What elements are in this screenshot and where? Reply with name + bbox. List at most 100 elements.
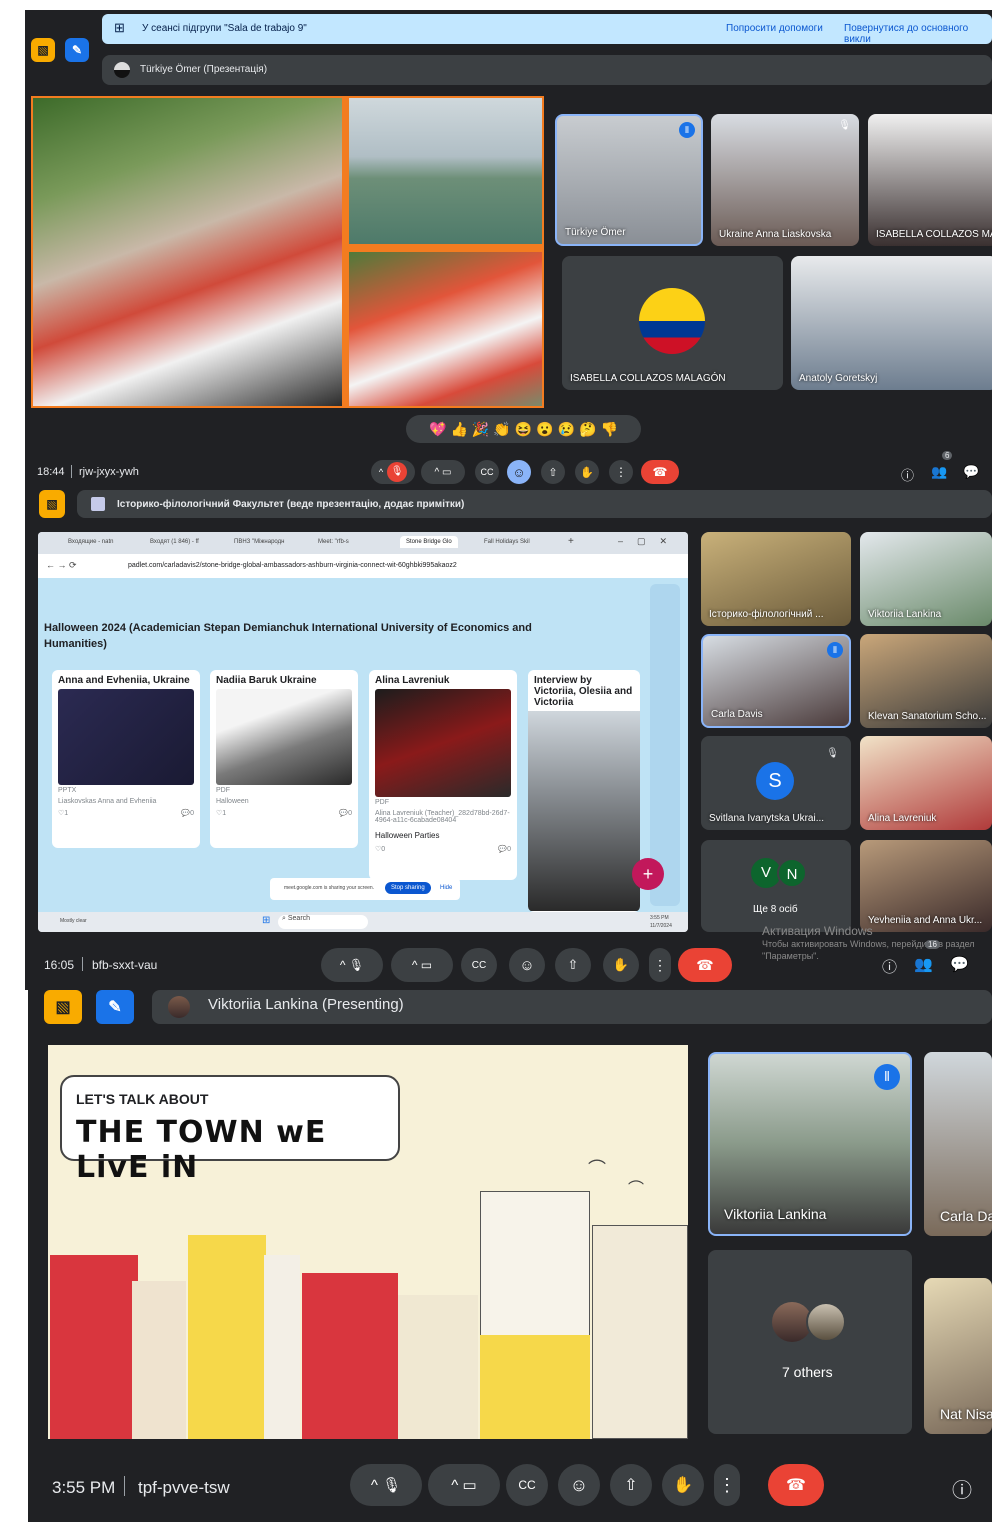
more-options-button[interactable]: ⋮: [609, 460, 633, 484]
card-caption: Halloween: [216, 798, 249, 805]
captions-button[interactable]: CC: [506, 1464, 548, 1506]
browser-tab-active[interactable]: Stone Bridge Glo: [400, 536, 458, 548]
ask-help-link[interactable]: Попросити допомоги: [726, 23, 823, 34]
comment-count: 0: [507, 846, 511, 853]
participant-tile[interactable]: Anatoly Goretskyj: [791, 256, 992, 390]
raise-hand-button[interactable]: ✋: [575, 460, 599, 484]
stop-sharing-button[interactable]: Stop sharing: [385, 882, 431, 894]
colombia-flag-avatar: [639, 288, 705, 354]
present-button[interactable]: ⇧: [541, 460, 565, 484]
url-text[interactable]: padlet.com/carladavis2/stone-bridge-glob…: [128, 562, 457, 569]
meeting-code: tpf-pvve-tsw: [138, 1478, 230, 1497]
meeting-time: 18:44: [37, 466, 65, 478]
whiteboard-app-button[interactable]: ▧: [39, 490, 65, 518]
participant-tile[interactable]: Nat Nisa: [924, 1278, 992, 1434]
mic-toggle-button[interactable]: ^ 🎙: [321, 948, 383, 982]
participant-tile[interactable]: Історико-філологічний ...: [701, 532, 851, 626]
pen-app-button[interactable]: ✎: [96, 990, 134, 1024]
browser-tab[interactable]: Fall Holidays Skil: [484, 539, 530, 545]
emoji-button[interactable]: ☺: [507, 460, 531, 484]
padlet-card[interactable]: Alina Lavreniuk PDF Alina Lavreniuk (Tea…: [369, 670, 517, 880]
padlet-card[interactable]: Nadiia Baruk Ukraine PDF Halloween ♡1 💬0: [210, 670, 358, 848]
window-controls[interactable]: –▢✕: [618, 536, 681, 547]
participant-tile[interactable]: 🎙 S Svitlana Ivanytska Ukrai...: [701, 736, 851, 830]
more-options-button[interactable]: ⋮: [714, 1464, 740, 1506]
info-icon[interactable]: ⓘ: [882, 956, 897, 977]
add-post-button[interactable]: +: [632, 858, 664, 890]
more-participants-tile[interactable]: V N Ще 8 осіб: [701, 840, 851, 932]
pen-app-button[interactable]: ✎: [65, 38, 89, 62]
reaction-party[interactable]: 🎉: [472, 421, 489, 438]
comment-icon[interactable]: 💬: [181, 810, 190, 817]
whiteboard-app-button[interactable]: ▧: [44, 990, 82, 1024]
leave-call-button[interactable]: ☎: [641, 460, 679, 484]
browser-tab[interactable]: ПВНЗ "Міжнародн: [234, 539, 284, 545]
participant-tile[interactable]: ⦀ Carla Davis: [701, 634, 851, 728]
return-main-link[interactable]: Повернутися до основного викли: [844, 23, 992, 45]
hide-link[interactable]: Hide: [440, 885, 452, 891]
mic-toggle-button[interactable]: ^ 🎙: [350, 1464, 422, 1506]
padlet-title: Halloween 2024 (Academician Stepan Demia…: [44, 622, 532, 650]
raise-hand-button[interactable]: ✋: [603, 948, 639, 982]
leave-call-button[interactable]: ☎: [678, 948, 732, 982]
reaction-surprised[interactable]: 😮: [536, 421, 553, 438]
captions-button[interactable]: CC: [475, 460, 499, 484]
house-yellow-right: [480, 1335, 590, 1439]
participant-name: Carla Da: [940, 1208, 992, 1224]
meeting-time: 3:55 PM: [52, 1478, 116, 1497]
emoji-button[interactable]: ☺: [509, 948, 545, 982]
participant-tile[interactable]: ⦀ Viktoriia Lankina: [708, 1052, 912, 1236]
leave-call-button[interactable]: ☎: [768, 1464, 824, 1506]
reaction-clap[interactable]: 👏: [493, 421, 510, 438]
participant-tile[interactable]: ISABELLA COLLAZOS MAL: [868, 114, 992, 246]
card-reactions: ♡1 💬0: [210, 807, 358, 819]
present-button[interactable]: ⇧: [610, 1464, 652, 1506]
emoji-button[interactable]: ☺: [558, 1464, 600, 1506]
present-button[interactable]: ⇧: [555, 948, 591, 982]
reaction-thumbs-up[interactable]: 👍: [450, 421, 467, 438]
nav-arrows-icon[interactable]: ← → ⟳: [46, 560, 77, 571]
participant-tile[interactable]: Klevan Sanatorium Scho...: [860, 634, 992, 728]
comment-icon[interactable]: 💬: [339, 810, 348, 817]
more-participants-tile[interactable]: 7 others: [708, 1250, 912, 1434]
search-icon: ⌕: [282, 915, 286, 922]
reaction-sad[interactable]: 😢: [558, 421, 575, 438]
participant-tile[interactable]: ISABELLA COLLAZOS MALAGÓN: [562, 256, 783, 390]
house-red-left: [50, 1255, 138, 1439]
participant-tile[interactable]: ⦀ Türkiye Ömer: [555, 114, 703, 246]
reaction-heart[interactable]: 💖: [429, 421, 446, 438]
people-icon[interactable]: 👥: [931, 464, 947, 480]
participant-tile[interactable]: Carla Da: [924, 1052, 992, 1236]
browser-tab[interactable]: Входящие - natn: [68, 539, 113, 545]
whiteboard-app-button[interactable]: ▧: [31, 38, 55, 62]
camera-toggle-button[interactable]: ^ ▭: [421, 460, 465, 484]
camera-toggle-button[interactable]: ^ ▭: [428, 1464, 500, 1506]
browser-tab[interactable]: Meet: "rfb-s: [318, 539, 349, 545]
reaction-thumbs-down[interactable]: 👎: [601, 421, 618, 438]
people-icon[interactable]: 👥: [914, 955, 933, 973]
camera-toggle-button[interactable]: ^ ▭: [391, 948, 453, 982]
browser-tab[interactable]: Входят (1 846) - ff: [150, 539, 199, 545]
raise-hand-button[interactable]: ✋: [662, 1464, 704, 1506]
more-options-button[interactable]: ⋮: [649, 948, 671, 982]
comment-icon[interactable]: 💬: [498, 846, 507, 853]
participant-tile[interactable]: 🎙 Ukraine Anna Liaskovska: [711, 114, 859, 246]
participant-tile[interactable]: Alina Lavreniuk: [860, 736, 992, 830]
reaction-thinking[interactable]: 🤔: [579, 421, 596, 438]
comment-count: 0: [348, 810, 352, 817]
mic-toggle-button[interactable]: ^ 🎙: [371, 460, 415, 484]
padlet-card[interactable]: Interview by Victoriia, Olesiia and Vict…: [528, 670, 640, 912]
info-icon[interactable]: ⓘ: [901, 465, 914, 484]
padlet-card[interactable]: Anna and Evheniia, Ukraine PPTX Liaskovs…: [52, 670, 200, 848]
start-icon[interactable]: ⊞: [262, 915, 270, 926]
participant-tile[interactable]: Yevheniia and Anna Ukr...: [860, 840, 992, 932]
chat-icon[interactable]: 💬: [963, 464, 979, 480]
taskbar-search[interactable]: ⌕ Search: [278, 915, 368, 929]
new-tab-icon[interactable]: +: [568, 536, 574, 547]
info-icon[interactable]: ⓘ: [952, 1474, 972, 1503]
reaction-laugh[interactable]: 😆: [515, 421, 532, 438]
participant-tile[interactable]: Viktoriia Lankina: [860, 532, 992, 626]
people-count-badge: 6: [942, 451, 953, 460]
chat-icon[interactable]: 💬: [950, 955, 969, 973]
captions-button[interactable]: CC: [461, 948, 497, 982]
